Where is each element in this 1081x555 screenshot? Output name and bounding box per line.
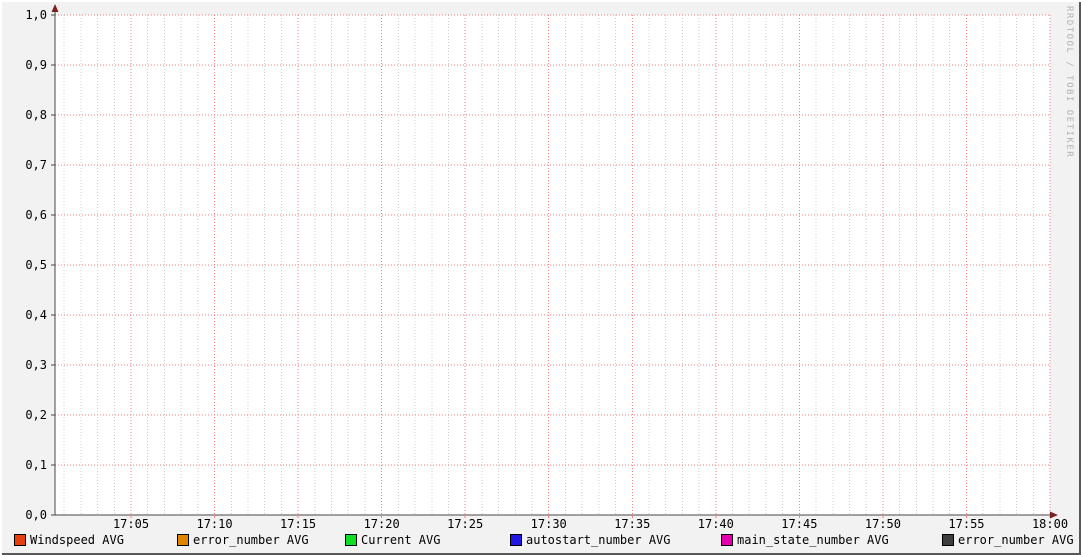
rrdtool-graph: 0,0 0,1 0,2 0,3 0,4 0,5 0,6 0,7 0,8 0,9 1,0 17:05 17… [0,0,1081,555]
x-tick-label: 17:45 [781,517,817,531]
x-tick-label: 17:20 [364,517,400,531]
x-tick-label: 17:50 [865,517,901,531]
y-tick-label: 0,4 [25,308,47,322]
x-tick-label: 18:00 [1032,517,1068,531]
y-tick-label: 1,0 [25,8,47,22]
x-tick-label: 17:15 [280,517,316,531]
watermark-text: RRDTOOL / TOBI OETIKER [1064,6,1074,159]
x-tick-label: 17:55 [948,517,984,531]
x-tick-label: 17:05 [113,517,149,531]
y-tick-label: 0,1 [25,458,47,472]
y-tick-label: 0,8 [25,108,47,122]
y-tick-label: 0,0 [25,508,47,522]
y-tick-label: 0,2 [25,408,47,422]
y-tick-label: 0,6 [25,208,47,222]
y-tick-label: 0,7 [25,158,47,172]
x-tick-label: 17:10 [196,517,232,531]
y-tick-label: 0,9 [25,58,47,72]
x-tick-label: 17:40 [698,517,734,531]
y-axis-arrow-icon [51,4,59,12]
x-tick-label: 17:25 [447,517,483,531]
y-tick-label: 0,5 [25,258,47,272]
chart-plot: 0,0 0,1 0,2 0,3 0,4 0,5 0,6 0,7 0,8 0,9 1,0 17:05 17… [25,4,1068,531]
x-tick-label: 17:35 [614,517,650,531]
x-tick-label: 17:30 [531,517,567,531]
chart-canvas [55,15,1050,515]
y-tick-label: 0,3 [25,358,47,372]
